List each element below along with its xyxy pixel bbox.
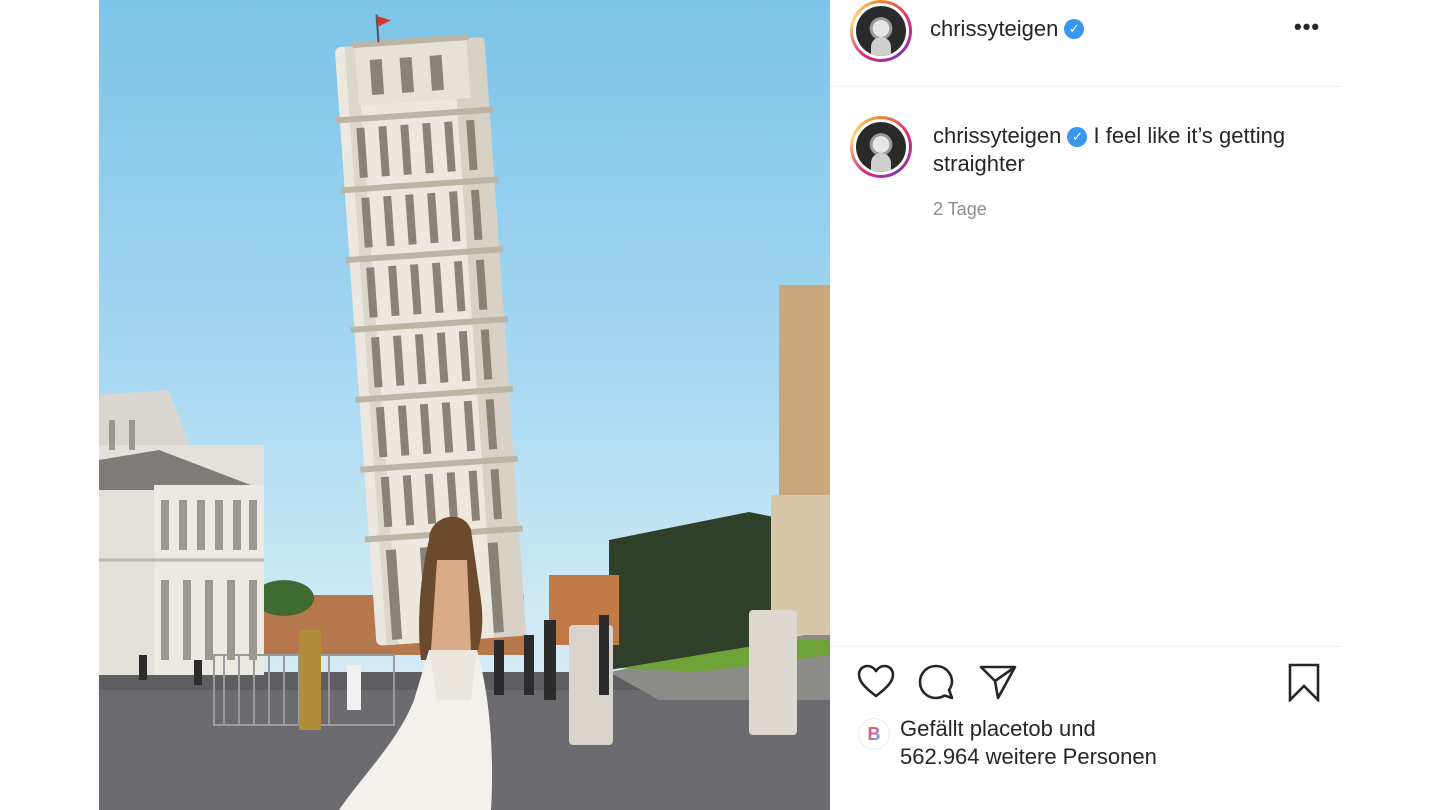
verified-badge-icon: ✓ xyxy=(1067,127,1088,148)
verified-badge-icon: ✓ xyxy=(1064,19,1085,39)
author-avatar[interactable] xyxy=(850,0,912,62)
caption-avatar[interactable] xyxy=(850,116,912,178)
post-timestamp[interactable]: 2 Tage xyxy=(933,199,987,220)
post-caption: chrissyteigen ✓ I feel like it’s getting … xyxy=(933,122,1333,178)
caption-username[interactable]: chrissyteigen xyxy=(933,123,1061,148)
bookmark-icon[interactable] xyxy=(1284,662,1324,702)
actions-divider xyxy=(830,646,1342,647)
likes-joiner: und xyxy=(1059,716,1096,741)
liker-username[interactable]: placetob xyxy=(970,716,1053,741)
header-divider xyxy=(830,86,1342,87)
post-header: chrissyteigen ✓ xyxy=(930,16,1085,42)
leaning-tower-photo xyxy=(99,14,830,810)
post-side-panel: chrissyteigen ✓ ••• chrissyteigen ✓ I fee… xyxy=(830,0,1342,810)
action-bar xyxy=(830,662,1342,706)
likes-prefix: Gefällt xyxy=(900,716,964,741)
more-options-button[interactable]: ••• xyxy=(1294,14,1320,40)
comment-icon[interactable] xyxy=(916,662,956,702)
paper-plane-icon[interactable] xyxy=(978,662,1018,702)
likes-line-1: Gefällt placetob und xyxy=(900,716,1096,742)
author-username[interactable]: chrissyteigen xyxy=(930,16,1058,42)
heart-icon[interactable] xyxy=(856,662,896,702)
post-photo[interactable] xyxy=(99,0,830,810)
liker-avatar[interactable]: B xyxy=(858,718,890,750)
likes-count[interactable]: 562.964 weitere Personen xyxy=(900,744,1157,770)
